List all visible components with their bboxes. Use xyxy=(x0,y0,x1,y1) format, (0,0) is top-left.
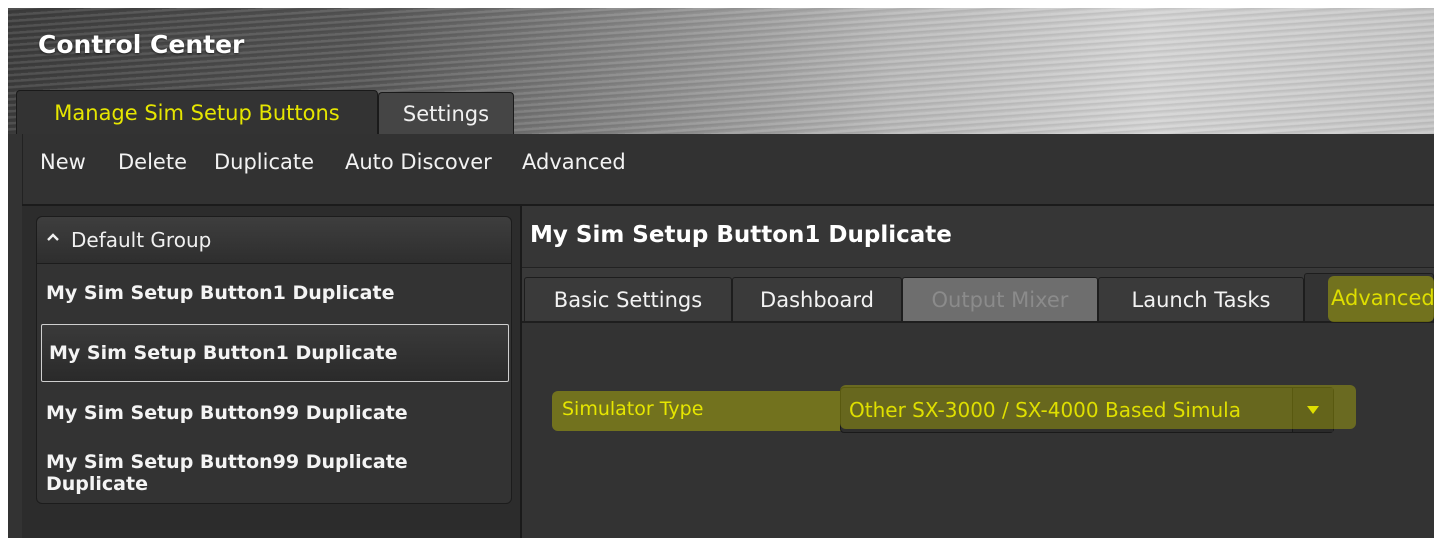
detail-title: My Sim Setup Button1 Duplicate xyxy=(522,206,1434,268)
simulator-type-select[interactable]: Other SX-3000 / SX-4000 Based Simula xyxy=(840,387,1334,433)
button-list-panel: Default Group My Sim Setup Button1 Dupli… xyxy=(22,206,522,538)
list-item[interactable]: My Sim Setup Button1 Duplicate xyxy=(37,264,511,322)
app-title: Control Center xyxy=(38,30,245,59)
control-center-window: Control Center Manage Sim Setup Buttons … xyxy=(8,8,1434,538)
tab-settings[interactable]: Settings xyxy=(378,92,514,134)
delete-button[interactable]: Delete xyxy=(118,150,187,174)
triangle-down-icon[interactable] xyxy=(1292,388,1333,432)
simulator-type-label: Simulator Type xyxy=(562,398,704,420)
chevron-up-icon[interactable] xyxy=(47,227,59,247)
group-box: Default Group My Sim Setup Button1 Dupli… xyxy=(36,216,512,504)
detail-tab-strip: Basic Settings Dashboard Output Mixer La… xyxy=(522,269,1434,323)
tab-manage-sim-setup-buttons[interactable]: Manage Sim Setup Buttons xyxy=(16,90,378,134)
tab-advanced[interactable]: Advanced xyxy=(1304,273,1434,321)
tab-dashboard[interactable]: Dashboard xyxy=(732,277,902,321)
group-name: Default Group xyxy=(71,228,212,252)
advanced-button[interactable]: Advanced xyxy=(522,150,626,174)
group-header[interactable]: Default Group xyxy=(37,217,511,264)
detail-panel: My Sim Setup Button1 Duplicate Basic Set… xyxy=(522,206,1434,538)
toolbar: New Delete Duplicate Auto Discover Advan… xyxy=(22,134,1434,206)
list-item[interactable]: My Sim Setup Button99 Duplicate xyxy=(37,384,511,442)
advanced-tab-content: Simulator Type Other SX-3000 / SX-4000 B… xyxy=(522,323,1434,538)
list-item-selected[interactable]: My Sim Setup Button1 Duplicate xyxy=(41,324,509,382)
tab-basic-settings[interactable]: Basic Settings xyxy=(524,277,732,321)
simulator-type-value: Other SX-3000 / SX-4000 Based Simula xyxy=(849,398,1241,422)
list-item[interactable]: My Sim Setup Button99 Duplicate Duplicat… xyxy=(37,444,511,502)
new-button[interactable]: New xyxy=(40,150,86,174)
auto-discover-button[interactable]: Auto Discover xyxy=(345,150,492,174)
header-bar: Control Center Manage Sim Setup Buttons … xyxy=(8,8,1434,142)
tab-launch-tasks[interactable]: Launch Tasks xyxy=(1098,277,1304,321)
duplicate-button[interactable]: Duplicate xyxy=(214,150,314,174)
tab-output-mixer: Output Mixer xyxy=(902,277,1098,321)
